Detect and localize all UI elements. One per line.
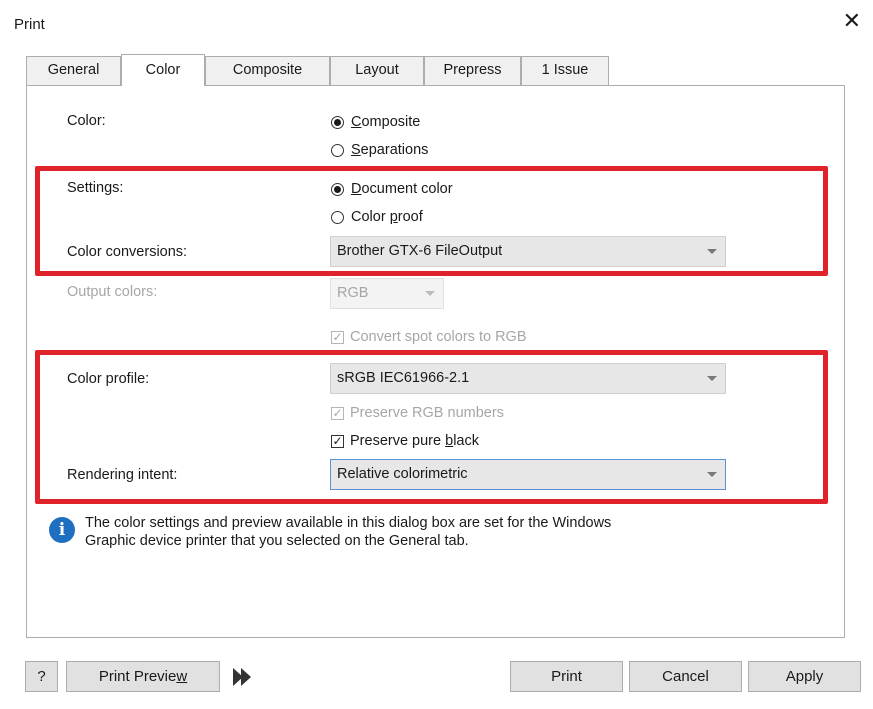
print-preview-button[interactable]: Print Preview <box>66 661 220 692</box>
output-colors-label: Output colors: <box>67 284 158 300</box>
print-dialog: Print ✕ General Color Composite Layout P… <box>0 0 873 709</box>
highlight-box-settings <box>35 166 828 276</box>
tab-issue[interactable]: 1 Issue <box>521 56 609 85</box>
radio-button[interactable] <box>331 143 344 157</box>
info-message: i The color settings and preview availab… <box>49 514 745 550</box>
convert-spot-colors-checkbox[interactable]: ✓ Convert spot colors to RGB <box>331 329 527 345</box>
checkbox-checked-icon[interactable]: ✓ <box>331 330 344 344</box>
apply-button[interactable]: Apply <box>748 661 861 692</box>
info-text-line-2: Graphic device printer that you selected… <box>85 533 469 549</box>
color-label: Color: <box>67 113 106 129</box>
highlight-box-profile <box>35 350 828 504</box>
info-text-line-1: The color settings and preview available… <box>85 515 612 531</box>
output-colors-dropdown[interactable]: RGB <box>330 278 444 309</box>
tab-prepress[interactable]: Prepress <box>424 56 521 85</box>
expand-preview-icon-second[interactable] <box>241 668 251 686</box>
close-icon[interactable]: ✕ <box>843 10 861 32</box>
chevron-down-icon <box>425 291 435 296</box>
tab-general[interactable]: General <box>26 56 121 85</box>
radio-composite[interactable]: Composite <box>331 114 420 130</box>
tab-layout[interactable]: Layout <box>330 56 424 85</box>
dialog-title: Print <box>14 16 45 33</box>
cancel-button[interactable]: Cancel <box>629 661 742 692</box>
info-icon: i <box>49 517 75 543</box>
tab-composite[interactable]: Composite <box>205 56 330 85</box>
radio-separations[interactable]: Separations <box>331 142 428 158</box>
print-button[interactable]: Print <box>510 661 623 692</box>
help-button[interactable]: ? <box>25 661 58 692</box>
radio-button-selected[interactable] <box>331 115 344 129</box>
tab-color[interactable]: Color <box>121 54 205 86</box>
